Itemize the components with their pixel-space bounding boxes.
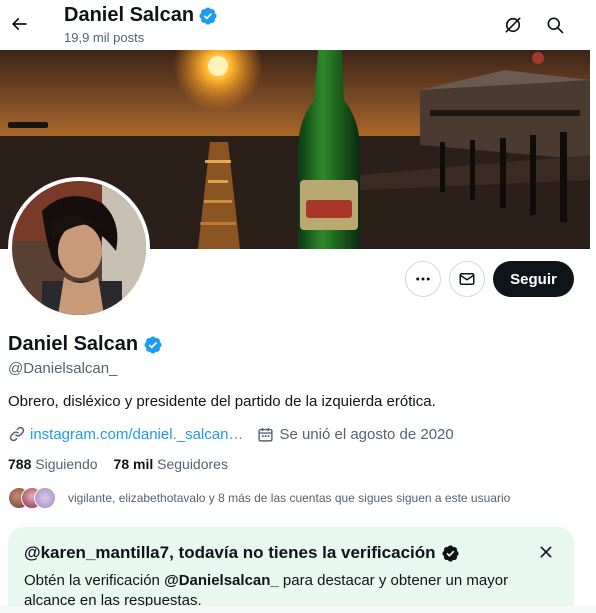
avatar-image	[12, 181, 146, 315]
profile-stats: 788 Siguiendo 78 mil Seguidores	[8, 456, 228, 472]
profile-meta: instagram.com/daniel._salcan… Se unió el…	[8, 424, 454, 444]
followers-label: Seguidores	[157, 456, 228, 472]
followers-you-know-avatars	[8, 487, 68, 509]
followers-you-know-text: vigilante, elizabethotavalo y 8 más de l…	[68, 491, 511, 505]
followers-stat[interactable]: 78 mil Seguidores	[114, 456, 228, 472]
search-icon	[547, 17, 564, 34]
verification-title: @karen_mantilla7, todavía no tienes la v…	[24, 543, 460, 563]
profile-link-text[interactable]: instagram.com/daniel._salcan…	[30, 426, 243, 443]
close-button[interactable]	[535, 541, 557, 563]
profile-joined: Se unió el agosto de 2020	[257, 425, 454, 443]
profile-handle: @Danielsalcan_	[8, 360, 118, 377]
profile-joined-text: Se unió el agosto de 2020	[279, 425, 454, 443]
followers-you-know[interactable]: vigilante, elizabethotavalo y 8 más de l…	[8, 486, 510, 510]
verification-title-text: @karen_mantilla7, todavía no tienes la v…	[24, 543, 436, 562]
top-bar: Daniel Salcan 19,9 mil posts	[0, 0, 596, 50]
grok-icon	[505, 17, 521, 33]
verification-body-handle[interactable]: @Danielsalcan_	[164, 572, 279, 589]
more-dots-icon	[416, 277, 430, 281]
profile-bio: Obrero, disléxico y presidente del parti…	[8, 393, 436, 410]
message-button[interactable]	[449, 261, 485, 297]
more-button[interactable]	[405, 261, 441, 297]
mini-avatar	[34, 487, 56, 509]
envelope-icon	[459, 273, 475, 285]
calendar-icon	[258, 427, 274, 442]
verification-body: Obtén la verificación @Danielsalcan_ par…	[24, 571, 544, 611]
arrow-left-icon	[11, 17, 27, 31]
following-label: Siguiendo	[35, 456, 98, 472]
close-icon	[540, 546, 552, 558]
link-icon	[9, 426, 25, 442]
verified-badge-icon	[441, 544, 459, 562]
following-stat[interactable]: 788 Siguiendo	[8, 456, 98, 472]
verification-prompt-card: @karen_mantilla7, todavía no tienes la v…	[8, 527, 574, 613]
verified-badge-icon[interactable]	[143, 335, 163, 355]
back-button[interactable]	[4, 7, 34, 41]
header-title: Daniel Salcan	[64, 4, 218, 27]
following-count: 788	[8, 456, 32, 472]
followers-count: 78 mil	[113, 456, 154, 472]
follow-button[interactable]: Seguir	[493, 261, 574, 297]
next-section-edge	[0, 606, 596, 613]
profile-display-name: Daniel Salcan	[8, 333, 163, 356]
profile-avatar[interactable]	[8, 177, 150, 319]
profile-name-text: Daniel Salcan	[8, 333, 139, 355]
verified-badge-icon	[199, 6, 217, 25]
search-button[interactable]	[538, 8, 572, 42]
grok-button[interactable]	[496, 8, 530, 42]
profile-link[interactable]: instagram.com/daniel._salcan…	[8, 425, 243, 443]
posts-count: 19,9 mil posts	[64, 30, 145, 45]
header-display-name: Daniel Salcan	[64, 4, 195, 26]
verification-body-prefix: Obtén la verificación	[24, 572, 165, 589]
